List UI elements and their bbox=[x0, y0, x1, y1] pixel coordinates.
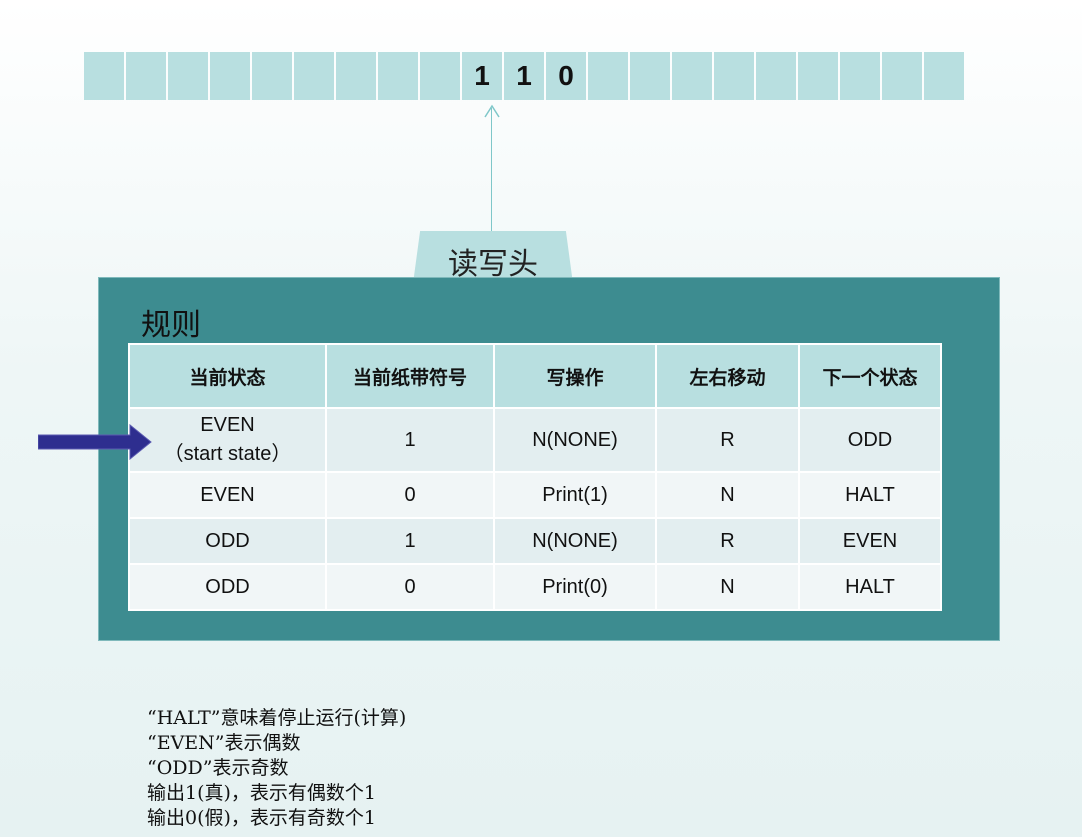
tape-cell bbox=[294, 52, 334, 100]
column-header: 当前纸带符号 bbox=[325, 343, 495, 409]
next-state-cell: HALT bbox=[798, 471, 942, 519]
table-row: EVEN 0 Print(1) N HALT bbox=[128, 471, 942, 519]
note-line: “ODD”表示奇数 bbox=[147, 757, 289, 779]
state-note: （start state） bbox=[163, 443, 292, 465]
table-row: ODD 0 Print(0) N HALT bbox=[128, 563, 942, 611]
write-cell: Print(1) bbox=[493, 471, 657, 519]
column-header: 左右移动 bbox=[655, 343, 800, 409]
tape: 1 1 0 bbox=[84, 52, 966, 100]
rules-table: 当前状态 当前纸带符号 写操作 左右移动 下一个状态 EVEN （start s… bbox=[128, 343, 942, 611]
symbol-cell: 0 bbox=[325, 471, 495, 519]
state-cell: ODD bbox=[128, 563, 327, 611]
state-cell: ODD bbox=[128, 517, 327, 565]
tape-cell bbox=[798, 52, 838, 100]
tape-cell bbox=[336, 52, 376, 100]
symbol-cell: 1 bbox=[325, 517, 495, 565]
current-row-arrow-icon bbox=[38, 424, 152, 460]
head-pointer-line bbox=[491, 108, 492, 233]
rules-title: 规则 bbox=[141, 308, 201, 343]
move-cell: N bbox=[655, 563, 800, 611]
tape-cell bbox=[210, 52, 250, 100]
tape-cell bbox=[714, 52, 754, 100]
notes: “HALT”意味着停止运行(计算) “EVEN”表示偶数 “ODD”表示奇数 输… bbox=[147, 706, 406, 831]
tape-cell bbox=[672, 52, 712, 100]
note-line: “HALT”意味着停止运行(计算) bbox=[147, 707, 407, 729]
write-cell: N(NONE) bbox=[493, 407, 657, 473]
column-header: 当前状态 bbox=[128, 343, 327, 409]
tape-cell bbox=[84, 52, 124, 100]
rules-panel: 规则 当前状态 当前纸带符号 写操作 左右移动 下一个状态 EVEN （star… bbox=[98, 277, 1000, 641]
tape-cell bbox=[840, 52, 880, 100]
state-value: EVEN bbox=[200, 414, 255, 436]
state-cell: EVEN （start state） bbox=[128, 407, 327, 473]
move-cell: R bbox=[655, 517, 800, 565]
write-cell: N(NONE) bbox=[493, 517, 657, 565]
tape-cell bbox=[756, 52, 796, 100]
tape-cell: 0 bbox=[546, 52, 586, 100]
tape-cell bbox=[168, 52, 208, 100]
tape-cell bbox=[420, 52, 460, 100]
tape-cell bbox=[126, 52, 166, 100]
state-cell: EVEN bbox=[128, 471, 327, 519]
tape-cell bbox=[630, 52, 670, 100]
next-state-cell: EVEN bbox=[798, 517, 942, 565]
tape-cell bbox=[588, 52, 628, 100]
tape-cell bbox=[882, 52, 922, 100]
move-cell: N bbox=[655, 471, 800, 519]
note-line: 输出1(真)，表示有偶数个1 bbox=[147, 782, 377, 804]
next-state-cell: HALT bbox=[798, 563, 942, 611]
note-line: 输出0(假)，表示有奇数个1 bbox=[147, 807, 377, 829]
column-header: 写操作 bbox=[493, 343, 657, 409]
tape-cell bbox=[378, 52, 418, 100]
tape-cell: 1 bbox=[504, 52, 544, 100]
column-header: 下一个状态 bbox=[798, 343, 942, 409]
write-cell: Print(0) bbox=[493, 563, 657, 611]
table-row: ODD 1 N(NONE) R EVEN bbox=[128, 517, 942, 565]
symbol-cell: 1 bbox=[325, 407, 495, 473]
next-state-cell: ODD bbox=[798, 407, 942, 473]
tape-cell bbox=[924, 52, 964, 100]
symbol-cell: 0 bbox=[325, 563, 495, 611]
note-line: “EVEN”表示偶数 bbox=[147, 732, 301, 754]
table-header-row: 当前状态 当前纸带符号 写操作 左右移动 下一个状态 bbox=[128, 343, 942, 409]
arrow-up-icon bbox=[484, 104, 500, 118]
move-cell: R bbox=[655, 407, 800, 473]
tape-cell bbox=[252, 52, 292, 100]
table-row: EVEN （start state） 1 N(NONE) R ODD bbox=[128, 407, 942, 473]
tape-cell: 1 bbox=[462, 52, 502, 100]
